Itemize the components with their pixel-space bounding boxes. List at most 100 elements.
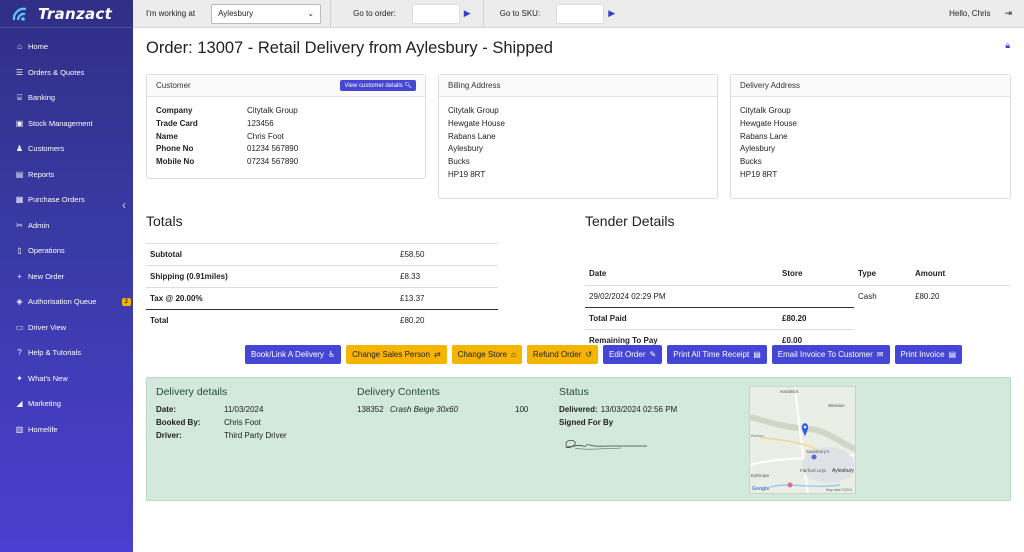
totals-title: Totals [146,213,183,229]
customer-field-row: Phone No 01234 567890 [156,143,416,156]
sidebar-item-label: Reports [28,169,55,179]
sidebar-item-stock-management[interactable]: ▣ Stock Management [0,111,133,137]
go-to-sku-input[interactable] [556,3,605,24]
sidebar-item-homelife[interactable]: ▥ Homelife [0,417,133,443]
address-line: Rabans Lane [448,131,496,141]
sidebar-item-purchase-orders[interactable]: ▦ Purchase Orders [0,187,133,213]
go-order-arrow-icon[interactable]: ▶ [464,8,471,19]
main-content: Order: 13007 - Retail Delivery from Ayle… [133,28,1024,552]
totals-value: £13.37 [396,287,498,310]
working-at-label: I'm working at [146,9,196,18]
print-invoice-button[interactable]: Print Invoice ▤ [894,345,963,364]
undo-icon: ↺ [585,350,593,359]
delivery-date: 11/03/2024 [224,405,264,414]
book-link-a-delivery-button[interactable]: Book/Link A Delivery ♿︎ [245,345,342,364]
tender-date: 29/02/2024 02:29 PM [585,284,778,307]
customer-field-value: 07234 567890 [247,157,299,167]
clipboard-icon: ▯ [17,246,22,256]
tender-row: 29/02/2024 02:29 PM Cash £80.20 [585,284,1010,307]
total-paid-label: Total Paid [585,306,778,329]
change-store-button[interactable]: Change Store ⌂ [451,345,522,364]
tender-store [778,284,854,307]
customer-field-key: Mobile No [156,157,195,167]
location-select[interactable]: Aylesbury ⌄ [211,3,322,24]
totals-row: Tax @ 20.00% £13.37 [146,287,498,310]
address-line: Aylesbury [740,144,775,154]
totals-label: Shipping (0.91miles) [146,265,396,288]
sidebar: Tranzact ⌂ Home ☰ Orders & Quotes ⌸ Banking ▣ S… [0,0,133,552]
delivery-map[interactable]: Hardwick Weedon Sainsbury's Fairford Ley… [749,386,856,494]
customer-field-value: Chris Foot [247,131,284,141]
sidebar-nav: ⌂ Home ☰ Orders & Quotes ⌸ Banking ▣ Stock Mana… [0,28,133,442]
signed-row: Signed For By [559,418,613,427]
button-label: Email Invoice To Customer [777,350,873,359]
address-line: Aylesbury [448,144,483,154]
logo[interactable]: Tranzact [0,0,133,28]
chart-icon: ▤ [15,169,24,179]
delivery-date-row: Date: 11/03/2024 [156,405,263,414]
address-line: HP19 8RT [448,169,486,179]
delivery-panel: Delivery details Date: 11/03/2024 Booked… [146,377,1011,501]
delivery-contents-title: Delivery Contents [357,386,440,398]
sidebar-item-marketing[interactable]: ◢ Marketing [0,391,133,417]
refund-order-button[interactable]: Refund Order ↺ [526,345,599,364]
logout-icon[interactable]: ⇥ [1004,8,1012,19]
sidebar-item-banking[interactable]: ⌸ Banking [0,85,133,111]
booked-by-row: Booked By: Chris Foot [156,418,261,427]
sidebar-item-customers[interactable]: ♟ Customers [0,136,133,162]
sidebar-item-label: Banking [28,93,56,103]
print-all-time-receipt-button[interactable]: Print All Time Receipt ▤ [667,345,767,364]
delivery-details-title: Delivery details [156,386,228,398]
sidebar-item-label: Driver View [28,322,67,332]
map-attribution: Map data ©2024 [826,488,852,492]
sidebar-item-label: Stock Management [28,118,93,128]
delivered-row: Delivered: 13/03/2024 02:56 PM [559,405,677,414]
sidebar-item-new-order[interactable]: + New Order [0,264,133,290]
collapse-sidebar-icon[interactable]: ‹ [122,198,126,212]
totals-row: Subtotal £58.50 [146,243,498,266]
email-invoice-to-customer-button[interactable]: Email Invoice To Customer ✉ [771,345,890,364]
store-icon: ⌂ [511,350,516,359]
billing-address-lines: Citytalk Group Hewgate House Rabans Lane Ay… [439,97,717,190]
item-code: 138352 [357,405,384,414]
delivered-time: 13/03/2024 02:56 PM [600,405,678,414]
sidebar-item-home[interactable]: ⌂ Home [0,34,133,60]
edit-order-button[interactable]: Edit Order ✎ [603,345,663,364]
sidebar-item-what-s-new[interactable]: ✦ What's New [0,366,133,392]
signed-for-by-label: Signed For By [559,418,614,427]
sidebar-item-reports[interactable]: ▤ Reports [0,162,133,188]
tender-header-amount: Amount [915,269,946,279]
view-customer-details-button[interactable]: View customer details 🔍︎ [340,80,416,91]
customer-fields: Company Citytalk Group Trade Card 123456 Nam… [147,97,425,177]
driver-label: Driver: [156,431,182,440]
button-label: Print Invoice [900,350,945,359]
delivery-address-card: Delivery Address Citytalk Group Hewgate H… [730,74,1011,199]
divider [482,0,484,28]
sidebar-item-help-tutorials[interactable]: ? Help & Tutorials [0,340,133,366]
sidebar-item-operations[interactable]: ▯ Operations [0,238,133,264]
go-to-order-input[interactable] [411,3,460,24]
button-label: Change Store [457,350,508,359]
sidebar-item-label: What's New [28,373,68,383]
sidebar-item-admin[interactable]: ✂ Admin [0,213,133,239]
totals-label: Tax @ 20.00% [146,287,396,310]
address-line: HP19 8RT [740,169,778,179]
billing-card-header: Billing Address [439,75,717,97]
address-line: Bucks [740,157,762,167]
help-icon: ? [17,348,22,358]
tender-table: Date Store Type Amount 29/02/2024 02:29 … [585,263,1010,351]
sidebar-item-authorisation-queue[interactable]: ◈ Authorisation Queue 2 [0,289,133,315]
sidebar-item-orders-quotes[interactable]: ☰ Orders & Quotes [0,60,133,86]
go-sku-arrow-icon[interactable]: ▶ [608,8,615,19]
sidebar-item-driver-view[interactable]: ▭ Driver View [0,315,133,341]
change-sales-person-button[interactable]: Change Sales Person ⇄ [346,345,447,364]
driver-row: Driver: Third Party Driver [156,431,287,440]
totals-value: £8.33 [396,265,498,288]
delivery-address-lines: Citytalk Group Hewgate House Rabans Lane Ay… [731,97,1010,190]
envelope-icon: ✉ [876,350,884,359]
button-label: Refund Order [532,350,582,359]
customer-card-header: Customer View customer details 🔍︎ [147,75,425,97]
button-label: Edit Order [609,350,646,359]
customer-field-key: Phone No [156,144,194,154]
go-to-order-label: Go to order: [353,9,396,18]
